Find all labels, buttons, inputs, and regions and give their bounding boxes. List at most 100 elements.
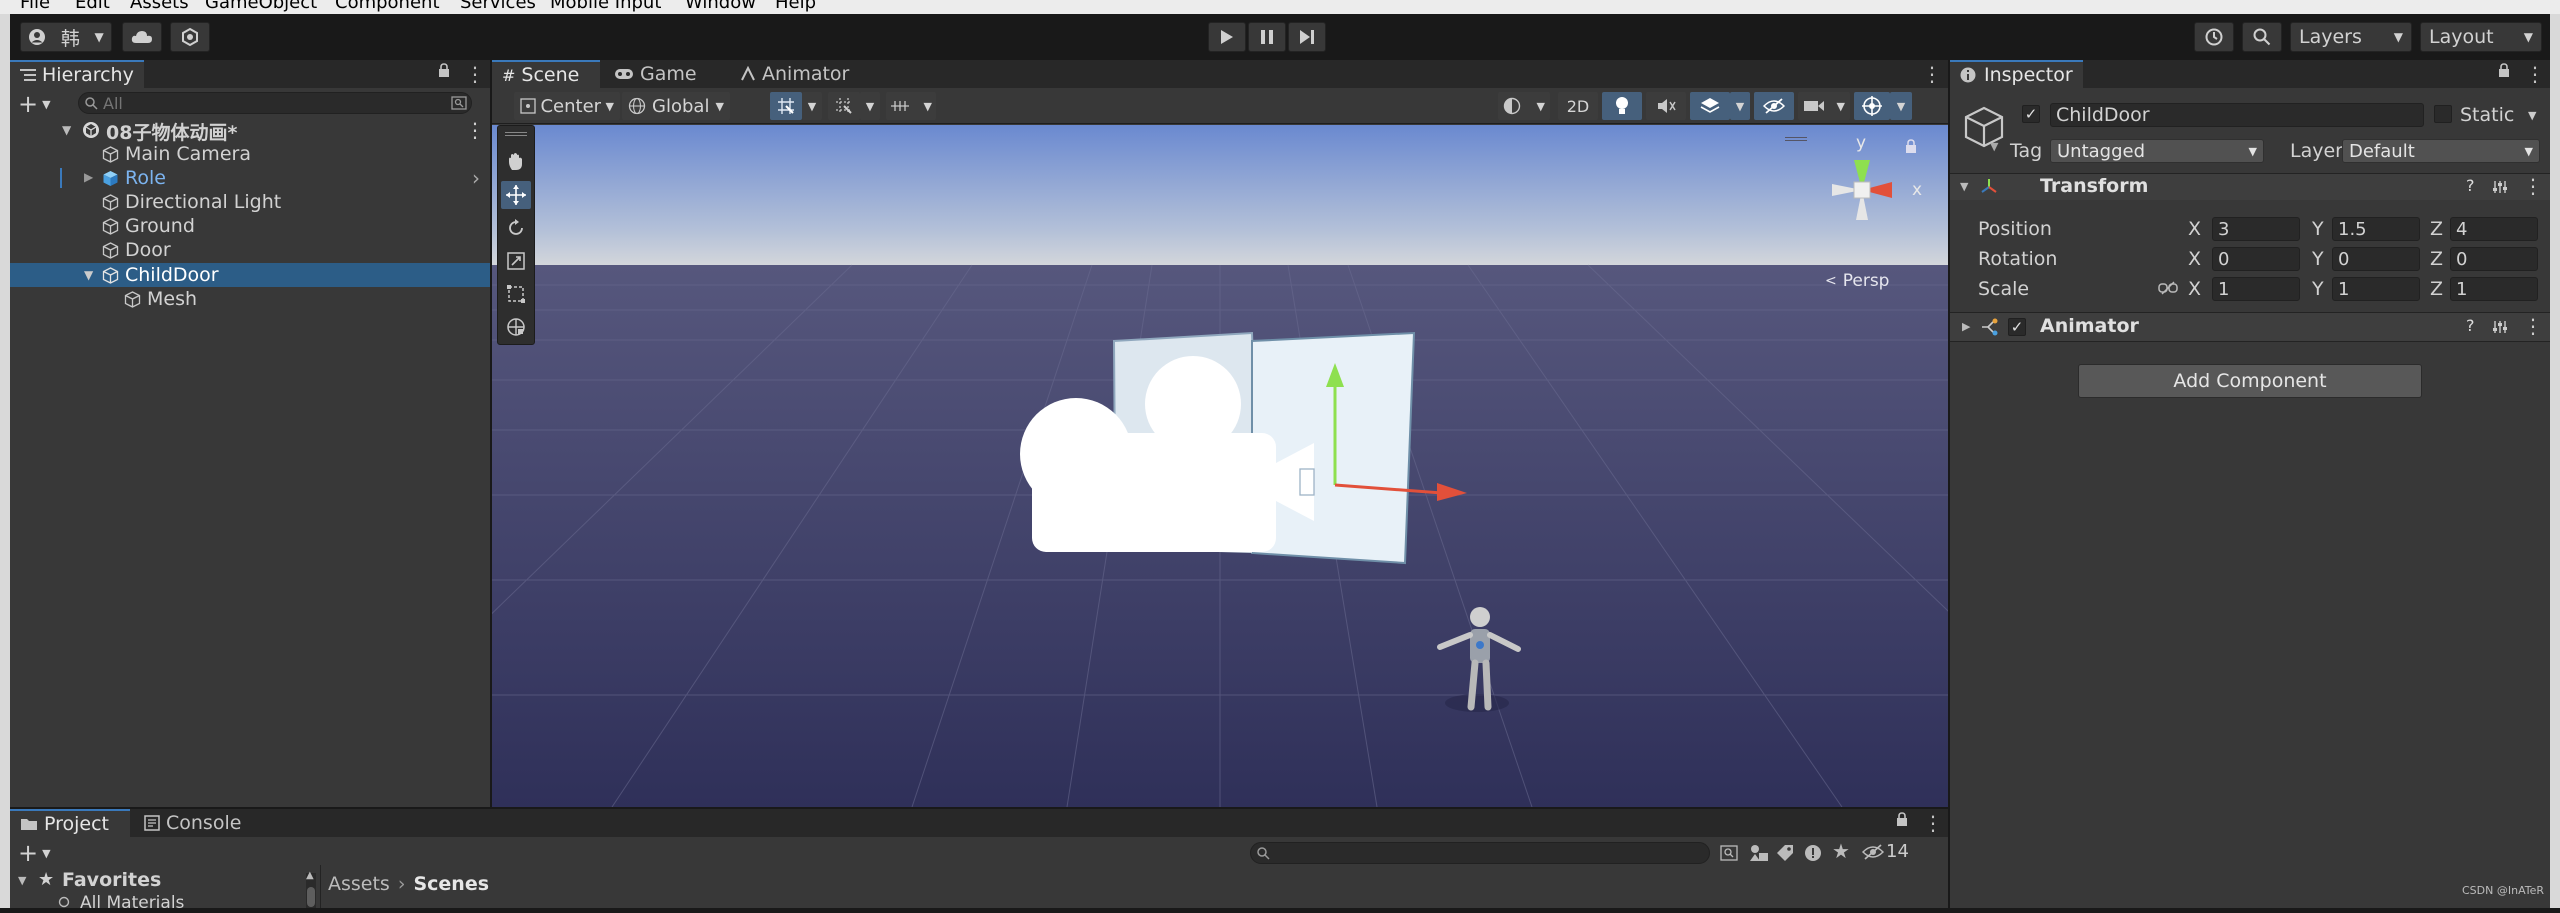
kebab-menu-icon[interactable]: ⋮ [465,62,485,86]
kebab-menu-icon[interactable]: ⋮ [1922,62,1942,86]
kebab-menu-icon[interactable]: ⋮ [2523,314,2543,338]
hand-tool-button[interactable] [501,148,531,176]
hierarchy-search[interactable] [78,92,472,114]
scroll-up-icon[interactable]: ▲ [306,870,314,881]
grid-snapping-button[interactable] [770,92,802,120]
animator-enabled-checkbox[interactable]: ✓ [2008,318,2026,336]
menu-edit[interactable]: Edit [75,0,110,13]
hierarchy-item-directional-light[interactable]: Directional Light [10,190,490,214]
chevron-right-icon[interactable]: ▶ [84,170,93,184]
favorites-item[interactable]: All Materials [80,893,184,913]
label-tag-icon[interactable] [1776,844,1794,862]
history-button[interactable] [2194,22,2234,52]
position-x-field[interactable]: 3 [2212,217,2300,241]
layer-dropdown[interactable]: Default ▼ [2342,139,2540,163]
search-button[interactable] [2242,22,2282,52]
position-z-field[interactable]: 4 [2450,217,2538,241]
static-dropdown-chevron-icon[interactable]: ▼ [2528,109,2536,122]
rotation-x-field[interactable]: 0 [2212,247,2300,271]
menu-file[interactable]: File [20,0,50,13]
presets-icon[interactable] [2492,319,2508,335]
hierarchy-item-door[interactable]: Door [10,238,490,262]
menu-mobile-input[interactable]: Mobile Input [550,0,661,13]
hidden-packages-toggle[interactable]: 14 [1862,841,1909,862]
chevron-right-icon[interactable]: ▶ [1962,320,1970,333]
draw-mode-dropdown[interactable]: ▼ [1498,92,1550,120]
active-checkbox[interactable]: ✓ [2022,105,2040,123]
tab-game[interactable]: Game [604,60,707,88]
transform-tool-button[interactable] [501,313,531,341]
space-dropdown[interactable]: Global ▼ [622,92,730,120]
tab-console[interactable]: Console [134,809,251,837]
presets-icon[interactable] [2492,179,2508,195]
gizmos-toggle-button[interactable] [1854,92,1890,120]
layout-dropdown[interactable]: Layout ▼ [2420,22,2542,52]
audio-toggle-button[interactable] [1646,92,1686,120]
cloud-button[interactable] [122,22,162,52]
rotation-y-field[interactable]: 0 [2332,247,2420,271]
static-checkbox[interactable] [2434,105,2452,123]
hierarchy-item-role[interactable]: ▶ Role › [10,166,490,190]
2d-toggle-button[interactable]: 2D [1558,92,1598,120]
scale-x-field[interactable]: 1 [2212,277,2300,301]
tag-dropdown[interactable]: Untagged ▼ [2050,139,2264,163]
rotate-tool-button[interactable] [501,214,531,242]
kebab-menu-icon[interactable]: ⋮ [2525,62,2545,86]
lock-icon[interactable] [2498,63,2510,77]
add-component-button[interactable]: Add Component [2078,364,2422,398]
gizmos-dropdown[interactable]: ▼ [1890,92,1912,120]
pause-button[interactable] [1248,22,1286,52]
scrollbar-thumb[interactable] [307,887,315,907]
increment-snap-dropdown[interactable]: ▼ [860,92,880,120]
transform-header[interactable]: ▼ Transform ? ⋮ [1950,174,2550,200]
hierarchy-item-ground[interactable]: Ground [10,214,490,238]
menu-assets[interactable]: Assets [130,0,189,13]
scene-root-row[interactable]: ▼ 08子物体动画* ⋮ [10,118,490,144]
tab-animator[interactable]: Animator [730,60,859,88]
move-tool-button[interactable] [501,181,531,209]
collab-button[interactable] [170,22,210,52]
lock-icon[interactable] [1896,812,1908,826]
kebab-menu-icon[interactable]: ⋮ [465,118,485,142]
play-button[interactable] [1208,22,1246,52]
search-by-type-icon[interactable] [1720,845,1738,861]
increment-snap-button[interactable] [828,92,860,120]
favorite-star-icon[interactable]: ★ [1832,839,1850,863]
menu-services[interactable]: Services [460,0,536,13]
constrain-proportions-icon[interactable] [2158,281,2178,295]
lighting-toggle-button[interactable] [1602,92,1642,120]
scene-visibility-toggle[interactable] [1754,92,1794,120]
chevron-down-icon[interactable]: ▼ [1960,180,1968,193]
effects-toggle-button[interactable] [1690,92,1730,120]
object-name-field[interactable]: ChildDoor [2050,103,2424,127]
tab-inspector[interactable]: Inspector [1950,60,2083,88]
create-button[interactable]: + ▼ [18,90,51,118]
effects-dropdown[interactable]: ▼ [1730,92,1750,120]
tab-hierarchy[interactable]: Hierarchy [10,60,144,88]
scale-tool-button[interactable] [501,247,531,275]
grid-visibility-dropdown[interactable]: ▼ [886,92,936,120]
breadcrumb-assets[interactable]: Assets [328,873,390,895]
menu-gameobject[interactable]: GameObject [205,0,317,13]
camera-settings-dropdown[interactable]: ▼ [1798,92,1850,120]
scrollbar[interactable]: ▲ [306,870,316,908]
gizmo-drag-handle[interactable] [1785,137,1807,141]
step-button[interactable] [1288,22,1326,52]
chevron-down-icon[interactable]: ▼ [84,268,93,282]
project-search[interactable] [1250,842,1710,864]
hierarchy-search-input[interactable] [103,94,433,112]
scale-y-field[interactable]: 1 [2332,277,2420,301]
kebab-menu-icon[interactable]: ⋮ [2523,174,2543,198]
lock-icon[interactable] [438,63,450,77]
rotation-z-field[interactable]: 0 [2450,247,2538,271]
breadcrumb-scenes[interactable]: Scenes [413,873,489,895]
account-button[interactable]: 韩 ▼ [20,22,112,52]
grid-snap-dropdown[interactable]: ▼ [802,92,822,120]
position-y-field[interactable]: 1.5 [2332,217,2420,241]
hierarchy-item-childdoor[interactable]: ▼ ChildDoor [10,263,490,287]
hierarchy-item-mesh[interactable]: Mesh [10,287,490,311]
rect-tool-button[interactable] [501,280,531,308]
favorites-label[interactable]: Favorites [62,869,161,891]
help-icon[interactable]: ? [2466,176,2475,195]
menu-window[interactable]: Window [685,0,756,13]
